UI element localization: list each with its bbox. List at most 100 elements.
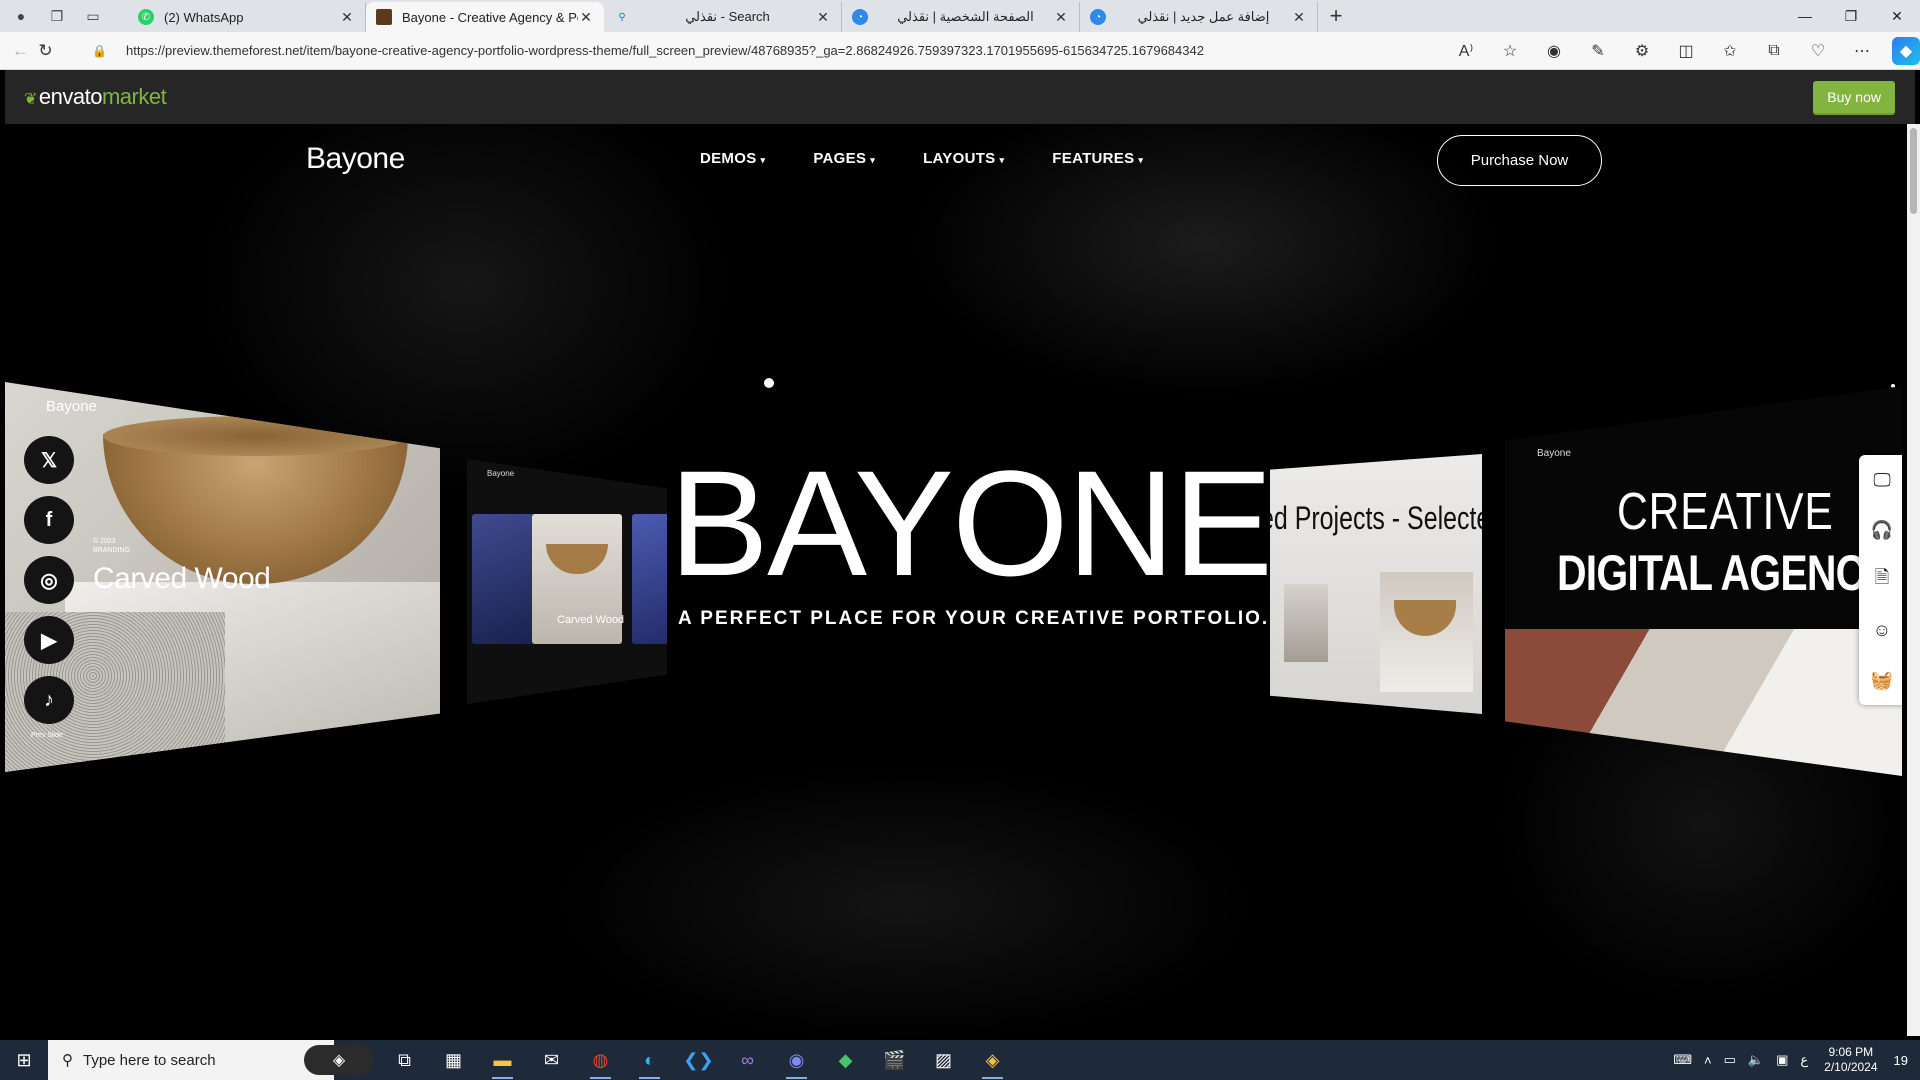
hero-subtitle: A PERFECT PLACE FOR YOUR CREATIVE PORTFO… bbox=[678, 608, 1270, 629]
clock-date: 2/10/2024 bbox=[1824, 1060, 1878, 1074]
browser-tab-strip: ● ❐ ▭ ✆ (2) WhatsApp ✕ Bayone - Creative… bbox=[0, 0, 1920, 32]
workspaces-icon[interactable]: ❐ bbox=[48, 7, 66, 25]
chevron-up-icon[interactable]: ˄ bbox=[1698, 1053, 1718, 1068]
extensions-icon[interactable]: ⚙ bbox=[1620, 36, 1664, 66]
tiktok-icon[interactable]: ♪ bbox=[24, 676, 74, 724]
menu-item-features[interactable]: FEATURES ▾ bbox=[1052, 150, 1143, 167]
prev-slide-link[interactable]: Prev Slide bbox=[31, 732, 63, 739]
tab-bayone[interactable]: Bayone - Creative Agency & Port ✕ bbox=[366, 2, 604, 32]
envato-logo-market: market bbox=[101, 84, 167, 109]
back-arrow-icon[interactable]: ← bbox=[8, 35, 33, 67]
photos-icon[interactable]: ▨ bbox=[919, 1040, 968, 1080]
minimize-icon[interactable]: — bbox=[1782, 0, 1828, 32]
close-icon[interactable]: ✕ bbox=[1053, 9, 1069, 26]
basket-icon[interactable]: 🧺 bbox=[1859, 655, 1902, 705]
tab-actions-icon[interactable]: ▭ bbox=[84, 7, 102, 25]
visual-studio-icon[interactable]: ∞ bbox=[723, 1040, 772, 1080]
slide-photo-person bbox=[1284, 584, 1328, 662]
close-icon[interactable]: ✕ bbox=[578, 9, 594, 26]
facebook-icon[interactable]: f bbox=[24, 496, 74, 544]
keyboard-icon[interactable]: ⌨ bbox=[1667, 1052, 1698, 1068]
store-icon[interactable]: ▦ bbox=[429, 1040, 478, 1080]
tab-add-work-naqzly[interactable]: ◔ إضافة عمل جديد | نقذلي ✕ bbox=[1080, 2, 1318, 32]
scrollbar-thumb[interactable] bbox=[1910, 128, 1917, 214]
task-view-icon[interactable]: ⧉ bbox=[380, 1040, 429, 1080]
mail-icon[interactable]: ✉ bbox=[527, 1040, 576, 1080]
document-icon[interactable]: 🗎 bbox=[1859, 555, 1902, 605]
close-icon[interactable]: ✕ bbox=[339, 9, 355, 26]
slide-creative-agency[interactable]: Bayone CREATIVE DIGITAL AGENCY bbox=[1505, 386, 1902, 776]
windows-start-icon[interactable]: ⊞ bbox=[0, 1040, 48, 1080]
envato-logo[interactable]: ❦ envato market bbox=[24, 84, 167, 110]
slide-gallery-preview[interactable]: Bayone Carved Wood bbox=[467, 459, 667, 704]
page-scrollbar[interactable] bbox=[1907, 124, 1920, 1036]
slide-caption: Carved Wood bbox=[93, 562, 271, 595]
collections-icon[interactable]: ⧉ bbox=[1752, 36, 1796, 66]
preview-side-toolbar: 🖵 🎧 🗎 ☺ 🧺 bbox=[1859, 455, 1902, 705]
main-menu: DEMOS ▾ PAGES ▾ LAYOUTS ▾ FEATURES ▾ bbox=[700, 150, 1143, 167]
network-icon[interactable]: ▣ bbox=[1770, 1052, 1794, 1068]
app-diamond-icon[interactable]: ◈ bbox=[968, 1040, 1017, 1080]
file-explorer-icon[interactable]: ▬ bbox=[478, 1040, 527, 1080]
instagram-icon[interactable]: ◎ bbox=[24, 556, 74, 604]
copilot-icon[interactable]: ◆ bbox=[1892, 36, 1920, 65]
copilot-taskbar-icon[interactable]: ◈ bbox=[304, 1045, 374, 1075]
favorite-star-icon[interactable]: ☆ bbox=[1488, 36, 1532, 66]
split-screen-icon[interactable]: ◫ bbox=[1664, 36, 1708, 66]
tab-search-naqzly[interactable]: ⚲ Search - نقذلي ✕ bbox=[604, 2, 842, 32]
x-icon[interactable]: 𝕏 bbox=[24, 436, 74, 484]
clapper-icon[interactable]: 🎬 bbox=[870, 1040, 919, 1080]
favorites-icon[interactable]: ✩ bbox=[1708, 36, 1752, 66]
whatsapp-icon: ✆ bbox=[138, 9, 154, 25]
menu-item-demos[interactable]: DEMOS ▾ bbox=[700, 150, 765, 167]
caret-down-icon: ▾ bbox=[999, 155, 1005, 165]
slide-meta: © 2023 BRANDING bbox=[93, 538, 130, 554]
menu-label: FEATURES bbox=[1052, 150, 1135, 167]
photos-editor-icon[interactable]: ◆ bbox=[821, 1040, 870, 1080]
smiley-icon[interactable]: ☺ bbox=[1859, 605, 1902, 655]
site-header: Bayone DEMOS ▾ PAGES ▾ LAYOUTS ▾ FEATURES ▾ … bbox=[5, 124, 1902, 194]
url-text: https://preview.themeforest.net/item/bay… bbox=[126, 43, 1204, 58]
volume-icon[interactable]: 🔈 bbox=[1742, 1052, 1770, 1068]
new-tab-button[interactable]: + bbox=[1318, 3, 1354, 29]
tab-profile-naqzly[interactable]: ◔ الصفحة الشخصية | نقذلي ✕ bbox=[842, 2, 1080, 32]
close-icon[interactable]: ✕ bbox=[815, 9, 831, 26]
extension-globe-icon[interactable]: ◉ bbox=[1532, 36, 1576, 66]
tab-whatsapp[interactable]: ✆ (2) WhatsApp ✕ bbox=[128, 2, 366, 32]
close-icon[interactable]: ✕ bbox=[1291, 9, 1307, 26]
vscode-icon[interactable]: ❮❯ bbox=[674, 1040, 723, 1080]
edge-icon[interactable]: ◐ bbox=[625, 1040, 674, 1080]
naqzly-icon: ◔ bbox=[852, 9, 868, 25]
tab-title: الصفحة الشخصية | نقذلي bbox=[897, 9, 1034, 24]
headphones-icon[interactable]: 🎧 bbox=[1859, 505, 1902, 555]
extension-pen-icon[interactable]: ✎ bbox=[1576, 36, 1620, 66]
input-language[interactable]: ع bbox=[1794, 1052, 1814, 1068]
slide-watermark: Bayone bbox=[46, 398, 97, 415]
lock-icon[interactable]: 🔒 bbox=[92, 44, 112, 58]
profile-icon[interactable]: ● bbox=[12, 7, 30, 25]
bayone-icon bbox=[376, 9, 392, 25]
chrome-icon[interactable]: ◍ bbox=[576, 1040, 625, 1080]
refresh-icon[interactable]: ↻ bbox=[33, 35, 58, 67]
taskbar-search[interactable]: ⚲ Type here to search bbox=[48, 1040, 334, 1080]
address-bar[interactable]: 🔒 https://preview.themeforest.net/item/b… bbox=[92, 36, 1412, 66]
restore-icon[interactable]: ❐ bbox=[1828, 0, 1874, 32]
youtube-icon[interactable]: ▶ bbox=[24, 616, 74, 664]
battery-icon[interactable]: ▭ bbox=[1718, 1052, 1742, 1068]
buy-now-button[interactable]: Buy now bbox=[1813, 81, 1895, 113]
taskbar-pinned-apps: ⧉ ▦ ▬ ✉ ◍ ◐ ❮❯ ∞ ◉ ◆ 🎬 ▨ ◈ bbox=[380, 1040, 1017, 1080]
discord-icon[interactable]: ◉ bbox=[772, 1040, 821, 1080]
browser-essentials-icon[interactable]: ♡ bbox=[1796, 36, 1840, 66]
site-logo[interactable]: Bayone bbox=[306, 142, 405, 176]
menu-item-layouts[interactable]: LAYOUTS ▾ bbox=[923, 150, 1004, 167]
more-menu-icon[interactable]: ⋯ bbox=[1840, 36, 1884, 66]
read-aloud-icon[interactable]: A⁾ bbox=[1444, 36, 1488, 66]
close-window-icon[interactable]: ✕ bbox=[1874, 0, 1920, 32]
notification-badge[interactable]: 19 bbox=[1888, 1053, 1920, 1068]
clock[interactable]: 9:06 PM 2/10/2024 bbox=[1814, 1045, 1887, 1075]
menu-item-pages[interactable]: PAGES ▾ bbox=[813, 150, 875, 167]
caret-down-icon: ▾ bbox=[870, 155, 876, 165]
slide-selected-projects[interactable]: ed Projects - Selecte bbox=[1270, 454, 1482, 714]
purchase-now-button[interactable]: Purchase Now bbox=[1437, 135, 1602, 186]
monitor-icon[interactable]: 🖵 bbox=[1859, 455, 1902, 505]
